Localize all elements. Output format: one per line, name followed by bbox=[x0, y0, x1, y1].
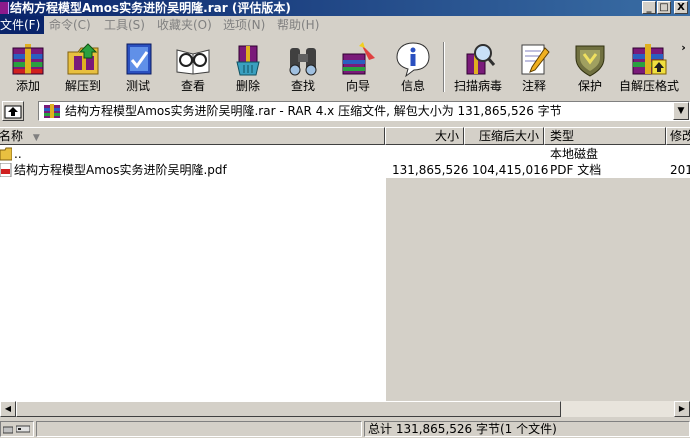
horizontal-scrollbar[interactable]: ◀ ▶ bbox=[0, 401, 690, 417]
menu-options[interactable]: 选项(N) bbox=[223, 16, 265, 34]
maximize-button[interactable]: □ bbox=[657, 1, 671, 14]
delete-label: 删除 bbox=[235, 79, 260, 93]
menu-help[interactable]: 帮助(H) bbox=[277, 16, 319, 34]
file-modified: 2018 bbox=[670, 163, 690, 177]
up-folder-button[interactable] bbox=[2, 101, 24, 121]
add-label: 添加 bbox=[15, 79, 40, 93]
comment-button[interactable]: 注释 bbox=[507, 36, 561, 96]
menu-commands[interactable]: 命令(C) bbox=[49, 16, 91, 34]
toolbar-chevron-icon[interactable]: › bbox=[677, 40, 690, 56]
virus-scan-button[interactable]: 扫描病毒 bbox=[451, 36, 505, 96]
delete-button[interactable]: 删除 bbox=[221, 36, 275, 96]
find-button[interactable]: 查找 bbox=[276, 36, 330, 96]
info-label: 信息 bbox=[400, 79, 425, 93]
address-text: 结构方程模型Amos实务进阶吴明隆.rar - RAR 4.x 压缩文件, 解包… bbox=[65, 104, 562, 118]
address-bar[interactable]: 结构方程模型Amos实务进阶吴明隆.rar - RAR 4.x 压缩文件, 解包… bbox=[38, 101, 690, 121]
archive-icon bbox=[44, 104, 60, 118]
column-header-name[interactable]: 名称 ▼ bbox=[0, 127, 385, 145]
file-type: PDF 文档 bbox=[550, 163, 602, 177]
sfx-button[interactable]: 自解压格式 bbox=[619, 36, 679, 96]
drive-icon bbox=[3, 426, 13, 434]
pdf-file-icon bbox=[0, 163, 12, 177]
file-packed-size: 104,415,016 bbox=[472, 163, 549, 177]
test-icon bbox=[126, 43, 152, 75]
status-bar: 总计 131,865,526 字节(1 个文件) bbox=[0, 420, 690, 438]
sfx-label: 自解压格式 bbox=[619, 79, 680, 93]
scroll-right-button[interactable]: ▶ bbox=[674, 401, 690, 417]
column-header-packed[interactable]: 压缩后大小 bbox=[464, 127, 544, 145]
add-button[interactable]: 添加 bbox=[1, 36, 55, 96]
status-selection-panel bbox=[36, 421, 362, 437]
list-item-parent[interactable]: .. 本地磁盘 bbox=[0, 146, 690, 162]
wizard-button[interactable]: 向导 bbox=[331, 36, 385, 96]
folder-up-icon bbox=[0, 147, 12, 161]
protect-icon bbox=[575, 45, 605, 77]
status-total: 总计 131,865,526 字节(1 个文件) bbox=[364, 421, 690, 437]
find-icon bbox=[289, 48, 317, 76]
title-bar[interactable]: 结构方程模型Amos实务进阶吴明隆.rar (评估版本) _ □ X bbox=[0, 0, 690, 16]
minimize-button[interactable]: _ bbox=[642, 1, 656, 14]
info-icon bbox=[396, 42, 430, 78]
find-label: 查找 bbox=[290, 79, 315, 93]
comment-icon bbox=[521, 44, 550, 75]
column-header-modified[interactable]: 修改 bbox=[666, 127, 690, 145]
info-button[interactable]: 信息 bbox=[386, 36, 440, 96]
address-dropdown-button[interactable]: ▼ bbox=[673, 102, 689, 120]
key-icon bbox=[16, 425, 30, 433]
sfx-icon bbox=[632, 44, 667, 75]
up-folder-icon bbox=[4, 105, 22, 119]
test-label: 测试 bbox=[125, 79, 150, 93]
delete-icon bbox=[236, 45, 260, 76]
scrollbar-thumb[interactable] bbox=[16, 401, 561, 417]
scroll-left-button[interactable]: ◀ bbox=[0, 401, 16, 417]
window-title: 结构方程模型Amos实务进阶吴明隆.rar (评估版本) bbox=[10, 1, 291, 15]
comment-label: 注释 bbox=[521, 79, 546, 93]
file-name: .. bbox=[14, 147, 22, 161]
file-list[interactable]: 名称 ▼ 大小 压缩后大小 类型 修改 .. 本地磁盘 结构方程模型Amos实务… bbox=[0, 127, 690, 401]
test-button[interactable]: 测试 bbox=[111, 36, 165, 96]
file-name: 结构方程模型Amos实务进阶吴明隆.pdf bbox=[14, 163, 227, 177]
view-icon bbox=[176, 49, 210, 75]
close-button[interactable]: X bbox=[674, 1, 688, 14]
wizard-icon bbox=[342, 42, 375, 75]
protect-label: 保护 bbox=[577, 79, 602, 93]
virus-scan-icon bbox=[466, 44, 496, 75]
winrar-app-icon[interactable] bbox=[0, 2, 9, 14]
column-name-label: 名称 bbox=[0, 129, 24, 143]
extract-to-button[interactable]: 解压到 bbox=[56, 36, 110, 96]
status-icons-panel bbox=[0, 421, 34, 437]
add-archive-icon bbox=[12, 44, 44, 75]
menu-tools[interactable]: 工具(S) bbox=[104, 16, 145, 34]
file-size: 131,865,526 bbox=[392, 163, 469, 177]
file-type: 本地磁盘 bbox=[550, 147, 599, 161]
sort-arrow-icon: ▼ bbox=[32, 133, 40, 143]
menu-bar: 文件(F) 命令(C) 工具(S) 收藏夹(O) 选项(N) 帮助(H) bbox=[0, 16, 690, 34]
menu-file[interactable]: 文件(F) bbox=[0, 16, 45, 34]
extract-to-label: 解压到 bbox=[64, 79, 101, 93]
view-label: 查看 bbox=[180, 79, 205, 93]
list-item-file[interactable]: 结构方程模型Amos实务进阶吴明隆.pdf 131,865,526 104,41… bbox=[0, 162, 690, 178]
extract-to-icon bbox=[67, 43, 99, 75]
virus-scan-label: 扫描病毒 bbox=[453, 79, 502, 93]
column-header-size[interactable]: 大小 bbox=[385, 127, 464, 145]
toolbar: 添加 解压到 测试 查看 删除 查找 向导 信息 扫描病毒 注释 保护 自解压格… bbox=[0, 36, 690, 98]
toolbar-separator bbox=[443, 42, 445, 92]
wizard-label: 向导 bbox=[345, 79, 370, 93]
view-button[interactable]: 查看 bbox=[166, 36, 220, 96]
menu-favorites[interactable]: 收藏夹(O) bbox=[157, 16, 212, 34]
protect-button[interactable]: 保护 bbox=[563, 36, 617, 96]
column-header-type[interactable]: 类型 bbox=[544, 127, 666, 145]
